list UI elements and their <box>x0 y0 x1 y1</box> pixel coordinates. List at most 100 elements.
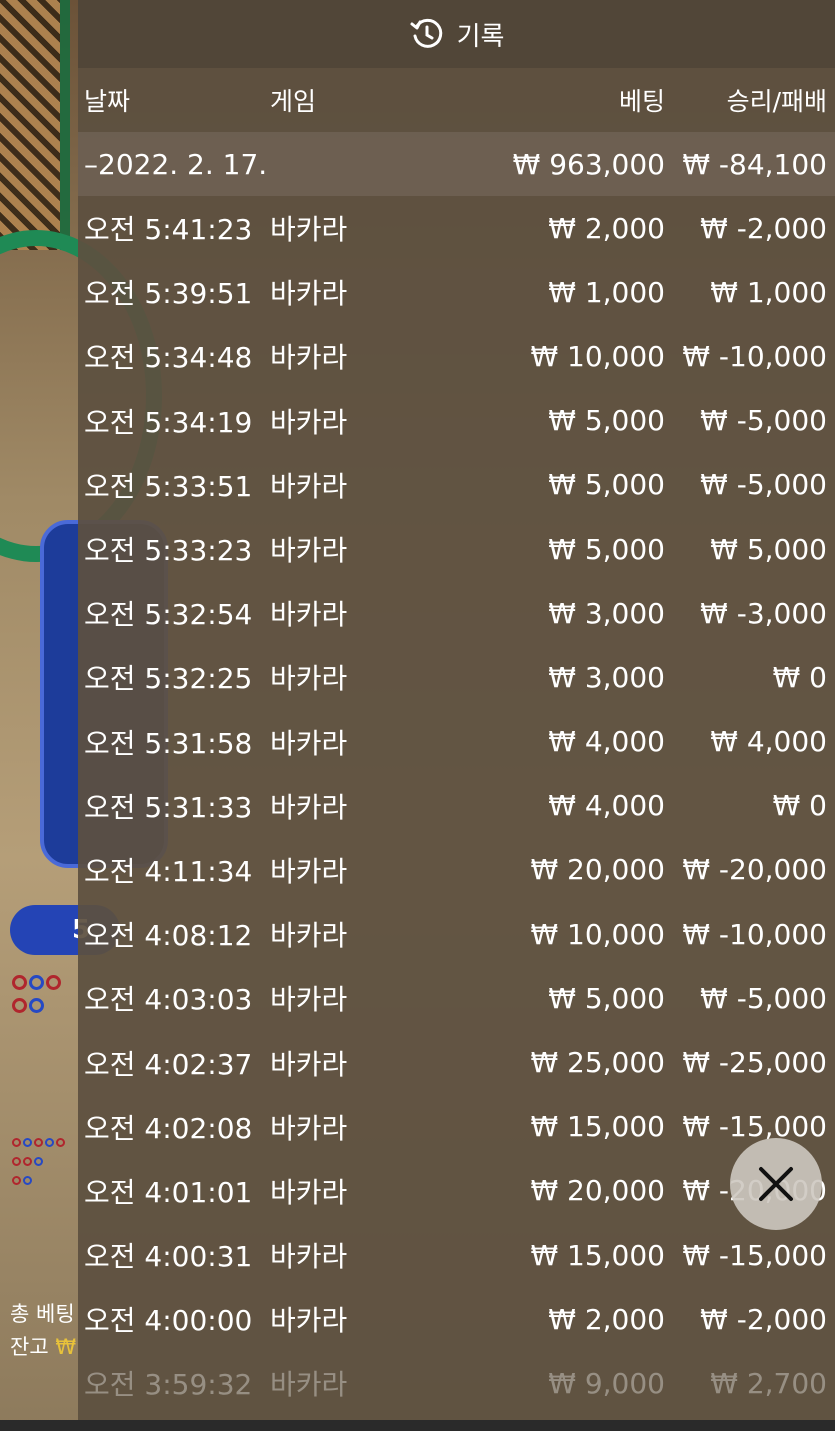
row-bet: ₩ 5,000 <box>548 981 665 1015</box>
row-time: 오전 5:39:51 <box>84 277 253 311</box>
history-row[interactable]: 오전 5:31:58 바카라 ₩ 4,000 ₩ 4,000 <box>78 710 835 774</box>
row-time: 오전 5:31:33 <box>84 790 253 824</box>
big-road <box>12 1135 82 1192</box>
group-date: –2022. 2. 17. <box>84 147 268 181</box>
col-bet: 베팅 <box>618 87 665 116</box>
row-game: 바카라 <box>270 790 348 824</box>
close-button[interactable] <box>730 1138 822 1230</box>
row-result: ₩ -10,000 <box>682 339 827 373</box>
history-row[interactable]: 오전 5:33:23 바카라 ₩ 5,000 ₩ 5,000 <box>78 517 835 581</box>
row-result: ₩ -20,000 <box>682 853 827 887</box>
row-bet: ₩ 5,000 <box>548 468 665 502</box>
history-row[interactable]: 오전 5:32:25 바카라 ₩ 3,000 ₩ 0 <box>78 645 835 709</box>
row-result: ₩ -3,000 <box>700 596 827 630</box>
history-row[interactable]: 오전 4:00:00 바카라 ₩ 2,000 ₩ -2,000 <box>78 1287 835 1351</box>
history-row[interactable]: 오전 4:02:37 바카라 ₩ 25,000 ₩ -25,000 <box>78 1030 835 1094</box>
row-bet: ₩ 20,000 <box>530 1174 665 1208</box>
row-bet: ₩ 5,000 <box>548 404 665 438</box>
history-row[interactable]: 오전 4:02:08 바카라 ₩ 15,000 ₩ -15,000 <box>78 1095 835 1159</box>
date-group-row[interactable]: –2022. 2. 17. ₩ 963,000 ₩ -84,100 <box>78 132 835 196</box>
group-bet-total: ₩ 963,000 <box>512 147 665 181</box>
row-bet: ₩ 3,000 <box>548 660 665 694</box>
row-game: 바카라 <box>270 919 348 953</box>
history-row[interactable]: 오전 5:31:33 바카라 ₩ 4,000 ₩ 0 <box>78 774 835 838</box>
history-row[interactable]: 오전 4:11:34 바카라 ₩ 20,000 ₩ -20,000 <box>78 838 835 902</box>
row-result: ₩ 5,000 <box>710 532 827 566</box>
row-result: ₩ -5,000 <box>700 468 827 502</box>
group-result-total: ₩ -84,100 <box>682 147 827 181</box>
row-game: 바카라 <box>270 854 348 888</box>
row-time: 오전 3:59:32 <box>84 1368 253 1402</box>
row-result: ₩ -25,000 <box>682 1046 827 1080</box>
col-date: 날짜 <box>84 87 131 116</box>
row-game: 바카라 <box>270 1047 348 1081</box>
row-result: ₩ 2,700 <box>710 1366 827 1400</box>
row-time: 오전 5:33:51 <box>84 469 253 503</box>
history-row[interactable]: 오전 5:39:51 바카라 ₩ 1,000 ₩ 1,000 <box>78 260 835 324</box>
row-bet: ₩ 10,000 <box>530 339 665 373</box>
row-result: ₩ 4,000 <box>710 725 827 759</box>
history-row[interactable]: 오전 5:32:54 바카라 ₩ 3,000 ₩ -3,000 <box>78 581 835 645</box>
row-game: 바카라 <box>270 1304 348 1338</box>
row-game: 바카라 <box>270 1175 348 1209</box>
bet-info: 총 베팅 잔고 ₩ <box>10 1298 76 1364</box>
row-time: 오전 5:32:54 <box>84 598 253 632</box>
row-result: ₩ -5,000 <box>700 981 827 1015</box>
history-list: 오전 5:41:23 바카라 ₩ 2,000 ₩ -2,000 오전 5:39:51 바카… <box>78 196 835 1416</box>
decor-lattice <box>0 0 70 250</box>
row-game: 바카라 <box>270 405 348 439</box>
history-header: 기록 <box>78 0 835 68</box>
history-row[interactable]: 오전 4:03:03 바카라 ₩ 5,000 ₩ -5,000 <box>78 966 835 1030</box>
row-result: ₩ 0 <box>772 789 827 823</box>
bead-road <box>12 975 82 1021</box>
row-game: 바카라 <box>270 662 348 696</box>
row-result: ₩ -5,000 <box>700 404 827 438</box>
close-icon <box>759 1167 793 1201</box>
column-headers: 날짜 게임 베팅 승리/패배 <box>78 68 835 132</box>
history-row[interactable]: 오전 5:33:51 바카라 ₩ 5,000 ₩ -5,000 <box>78 453 835 517</box>
row-game: 바카라 <box>270 534 348 568</box>
row-time: 오전 4:11:34 <box>84 854 253 888</box>
row-bet: ₩ 9,000 <box>548 1366 665 1400</box>
row-time: 오전 5:33:23 <box>84 534 253 568</box>
row-result: ₩ -2,000 <box>700 1302 827 1336</box>
row-bet: ₩ 15,000 <box>530 1238 665 1272</box>
row-time: 오전 5:34:48 <box>84 341 253 375</box>
history-row[interactable]: 오전 5:34:48 바카라 ₩ 10,000 ₩ -10,000 <box>78 324 835 388</box>
row-time: 오전 5:34:19 <box>84 405 253 439</box>
row-game: 바카라 <box>270 1111 348 1145</box>
row-result: ₩ -2,000 <box>700 211 827 245</box>
col-game: 게임 <box>270 87 317 116</box>
row-result: ₩ -15,000 <box>682 1110 827 1144</box>
row-game: 바카라 <box>270 983 348 1017</box>
row-game: 바카라 <box>270 341 348 375</box>
row-result: ₩ 0 <box>772 660 827 694</box>
row-result: ₩ 1,000 <box>710 275 827 309</box>
history-row[interactable]: 오전 4:08:12 바카라 ₩ 10,000 ₩ -10,000 <box>78 902 835 966</box>
history-row[interactable]: 오전 4:00:31 바카라 ₩ 15,000 ₩ -15,000 <box>78 1223 835 1287</box>
history-title: 기록 <box>456 21 505 52</box>
row-bet: ₩ 3,000 <box>548 596 665 630</box>
row-bet: ₩ 15,000 <box>530 1110 665 1144</box>
row-game: 바카라 <box>270 469 348 503</box>
history-row[interactable]: 오전 5:41:23 바카라 ₩ 2,000 ₩ -2,000 <box>78 196 835 260</box>
row-game: 바카라 <box>270 277 348 311</box>
row-bet: ₩ 5,000 <box>548 532 665 566</box>
row-game: 바카라 <box>270 1240 348 1274</box>
row-time: 오전 4:01:01 <box>84 1175 253 1209</box>
history-row[interactable]: 오전 3:59:32 바카라 ₩ 9,000 ₩ 2,700 <box>78 1351 835 1415</box>
row-time: 오전 5:32:25 <box>84 662 253 696</box>
row-bet: ₩ 4,000 <box>548 789 665 823</box>
history-row[interactable]: 오전 5:34:19 바카라 ₩ 5,000 ₩ -5,000 <box>78 389 835 453</box>
row-time: 오전 4:02:37 <box>84 1047 253 1081</box>
total-bet-label: 총 베팅 <box>10 1302 75 1326</box>
row-bet: ₩ 2,000 <box>548 211 665 245</box>
row-bet: ₩ 10,000 <box>530 917 665 951</box>
row-bet: ₩ 2,000 <box>548 1302 665 1336</box>
row-game: 바카라 <box>270 598 348 632</box>
row-time: 오전 4:03:03 <box>84 983 253 1017</box>
row-time: 오전 4:08:12 <box>84 919 253 953</box>
row-time: 오전 4:00:31 <box>84 1240 253 1274</box>
row-bet: ₩ 1,000 <box>548 275 665 309</box>
history-row[interactable]: 오전 4:01:01바카라₩ 20,000₩ -20,000 <box>78 1159 835 1223</box>
